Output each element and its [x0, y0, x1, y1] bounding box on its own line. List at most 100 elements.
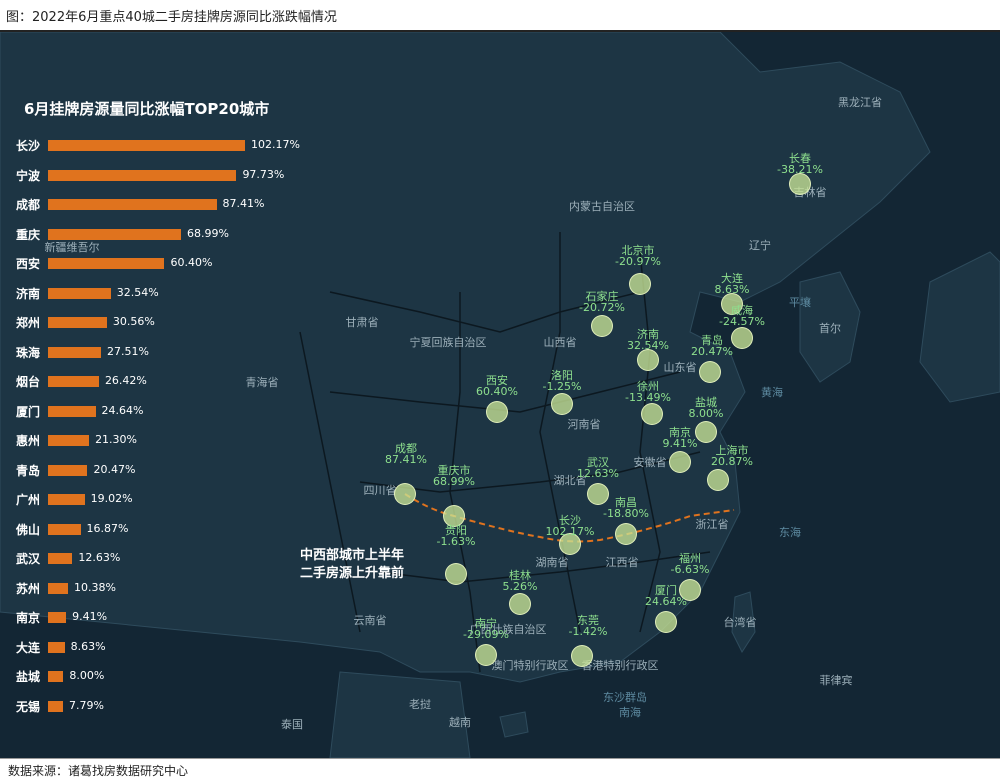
bar-city-label: 无锡	[16, 699, 41, 714]
bar	[48, 376, 99, 387]
bar	[48, 582, 68, 594]
city-marker-dot	[699, 361, 721, 383]
bar	[48, 405, 96, 417]
city-marker-dot	[731, 327, 753, 349]
city-marker-dot	[637, 349, 659, 371]
bar-value-label: 102.17%	[251, 138, 300, 151]
city-marker-dot	[486, 401, 508, 423]
bar-value-label: 19.02%	[90, 492, 133, 505]
bar	[48, 671, 64, 682]
bar-value-label: 60.40%	[170, 256, 213, 269]
region-label: 内蒙古自治区	[569, 200, 635, 213]
city-marker-dot	[475, 644, 497, 666]
annotation-line-1: 中西部城市上半年	[300, 548, 405, 563]
bar-city-label: 青岛	[16, 463, 41, 478]
region-label: 云南省	[353, 614, 387, 627]
bar-city-label: 济南	[16, 286, 41, 301]
bar-value-label: 87.41%	[222, 197, 265, 210]
bar-city-label: 烟台	[16, 375, 41, 389]
city-marker-dot	[445, 563, 467, 585]
city-marker-value: 8.00%	[688, 407, 724, 420]
bar-value-label: 7.79%	[69, 698, 104, 712]
region-label: 河南省	[567, 418, 601, 431]
region-label: 甘肃省	[345, 316, 379, 329]
bar-city-label: 珠海	[16, 345, 41, 360]
bar	[48, 612, 67, 623]
city-marker-value: -1.42%	[568, 625, 608, 638]
annotation-line-2: 二手房源上升靠前	[300, 566, 405, 581]
region-label: 台湾省	[723, 616, 757, 629]
region-label: 青海省	[245, 376, 279, 389]
city-marker-value: -24.57%	[719, 315, 765, 328]
region-label: 安徽省	[633, 456, 667, 469]
region-label: 澳门特别行政区	[491, 659, 569, 672]
bar	[48, 700, 64, 712]
city-marker-value: -20.97%	[615, 255, 661, 268]
water-label: 平壤	[789, 296, 811, 309]
figure-title: 图：2022年6月重点40城二手房挂牌房源同比涨跌幅情况	[6, 10, 337, 25]
city-marker-dot	[394, 483, 416, 505]
region-label: 老挝	[409, 698, 431, 711]
city-marker-dot	[571, 645, 593, 667]
city-marker-value: 20.87%	[711, 455, 753, 468]
region-label: 新疆维吾尔	[44, 241, 100, 254]
region-label: 泰国	[281, 718, 303, 731]
city-marker-value: 8.63%	[714, 283, 750, 296]
bar-city-label: 武汉	[16, 552, 41, 566]
bar-value-label: 10.38%	[74, 580, 116, 594]
bar-value-label: 24.64%	[101, 403, 144, 417]
bar-city-label: 西安	[16, 257, 41, 271]
bar	[48, 435, 90, 446]
city-marker-value: 102.17%	[545, 525, 595, 538]
city-marker-value: 60.40%	[476, 385, 518, 398]
region-label: 山东省	[663, 361, 697, 374]
region-label: 江西省	[605, 556, 639, 569]
bar-city-label: 广州	[16, 493, 41, 507]
bar	[48, 523, 81, 535]
city-marker-dot	[641, 403, 663, 425]
bar-value-label: 26.42%	[104, 374, 147, 387]
bar-city-label: 宁波	[16, 168, 41, 183]
city-marker-dot	[789, 173, 811, 195]
bar	[48, 258, 165, 269]
bar-city-label: 大连	[16, 640, 41, 655]
city-marker-value: 87.41%	[385, 453, 427, 466]
china-map: 6月挂牌房源量同比涨幅TOP20城市 长沙 102.17% 宁波 97.73% 成都 87…	[0, 32, 1000, 758]
bar-value-label: 20.47%	[93, 462, 136, 476]
bar-value-label: 32.54%	[116, 285, 159, 299]
bar	[48, 228, 182, 240]
bar-value-label: 21.30%	[95, 433, 138, 446]
city-marker-dot	[695, 421, 717, 443]
city-marker-value: -6.63%	[670, 563, 710, 576]
land-hainan	[499, 711, 529, 738]
city-marker-value: -1.63%	[436, 535, 476, 548]
water-label: 东海	[779, 526, 801, 539]
city-marker-value: -13.49%	[625, 391, 671, 404]
city-marker-dot	[707, 469, 729, 491]
figure-footer: 数据来源：诸葛找房数据研究中心	[0, 758, 1000, 781]
region-label: 黑龙江省	[838, 96, 882, 109]
bar	[48, 317, 107, 328]
region-label: 香港特别行政区	[581, 659, 659, 672]
bar-city-label: 盐城	[16, 670, 41, 684]
city-marker-dot	[587, 483, 609, 505]
city-marker-value: 5.26%	[502, 580, 538, 593]
region-label: 菲律宾	[819, 674, 853, 687]
bar-city-label: 惠州	[16, 434, 41, 448]
bar-city-label: 成都	[16, 198, 41, 212]
city-marker-dot	[655, 611, 677, 633]
region-label: 宁夏回族自治区	[409, 336, 487, 349]
bar-city-label: 苏州	[16, 581, 41, 596]
city-marker-value: -18.80%	[603, 507, 649, 520]
city-marker-dot	[551, 393, 573, 415]
city-marker-dot	[615, 523, 637, 545]
bar-value-label: 27.51%	[107, 344, 149, 358]
city-marker-value: -20.72%	[579, 301, 625, 314]
bar	[48, 287, 111, 299]
bar-panel-title: 6月挂牌房源量同比涨幅TOP20城市	[24, 100, 270, 118]
region-label: 山西省	[543, 336, 577, 349]
bar	[48, 346, 102, 358]
bar-city-label: 郑州	[16, 316, 41, 330]
bar-value-label: 12.63%	[78, 551, 121, 564]
bar	[48, 199, 217, 210]
